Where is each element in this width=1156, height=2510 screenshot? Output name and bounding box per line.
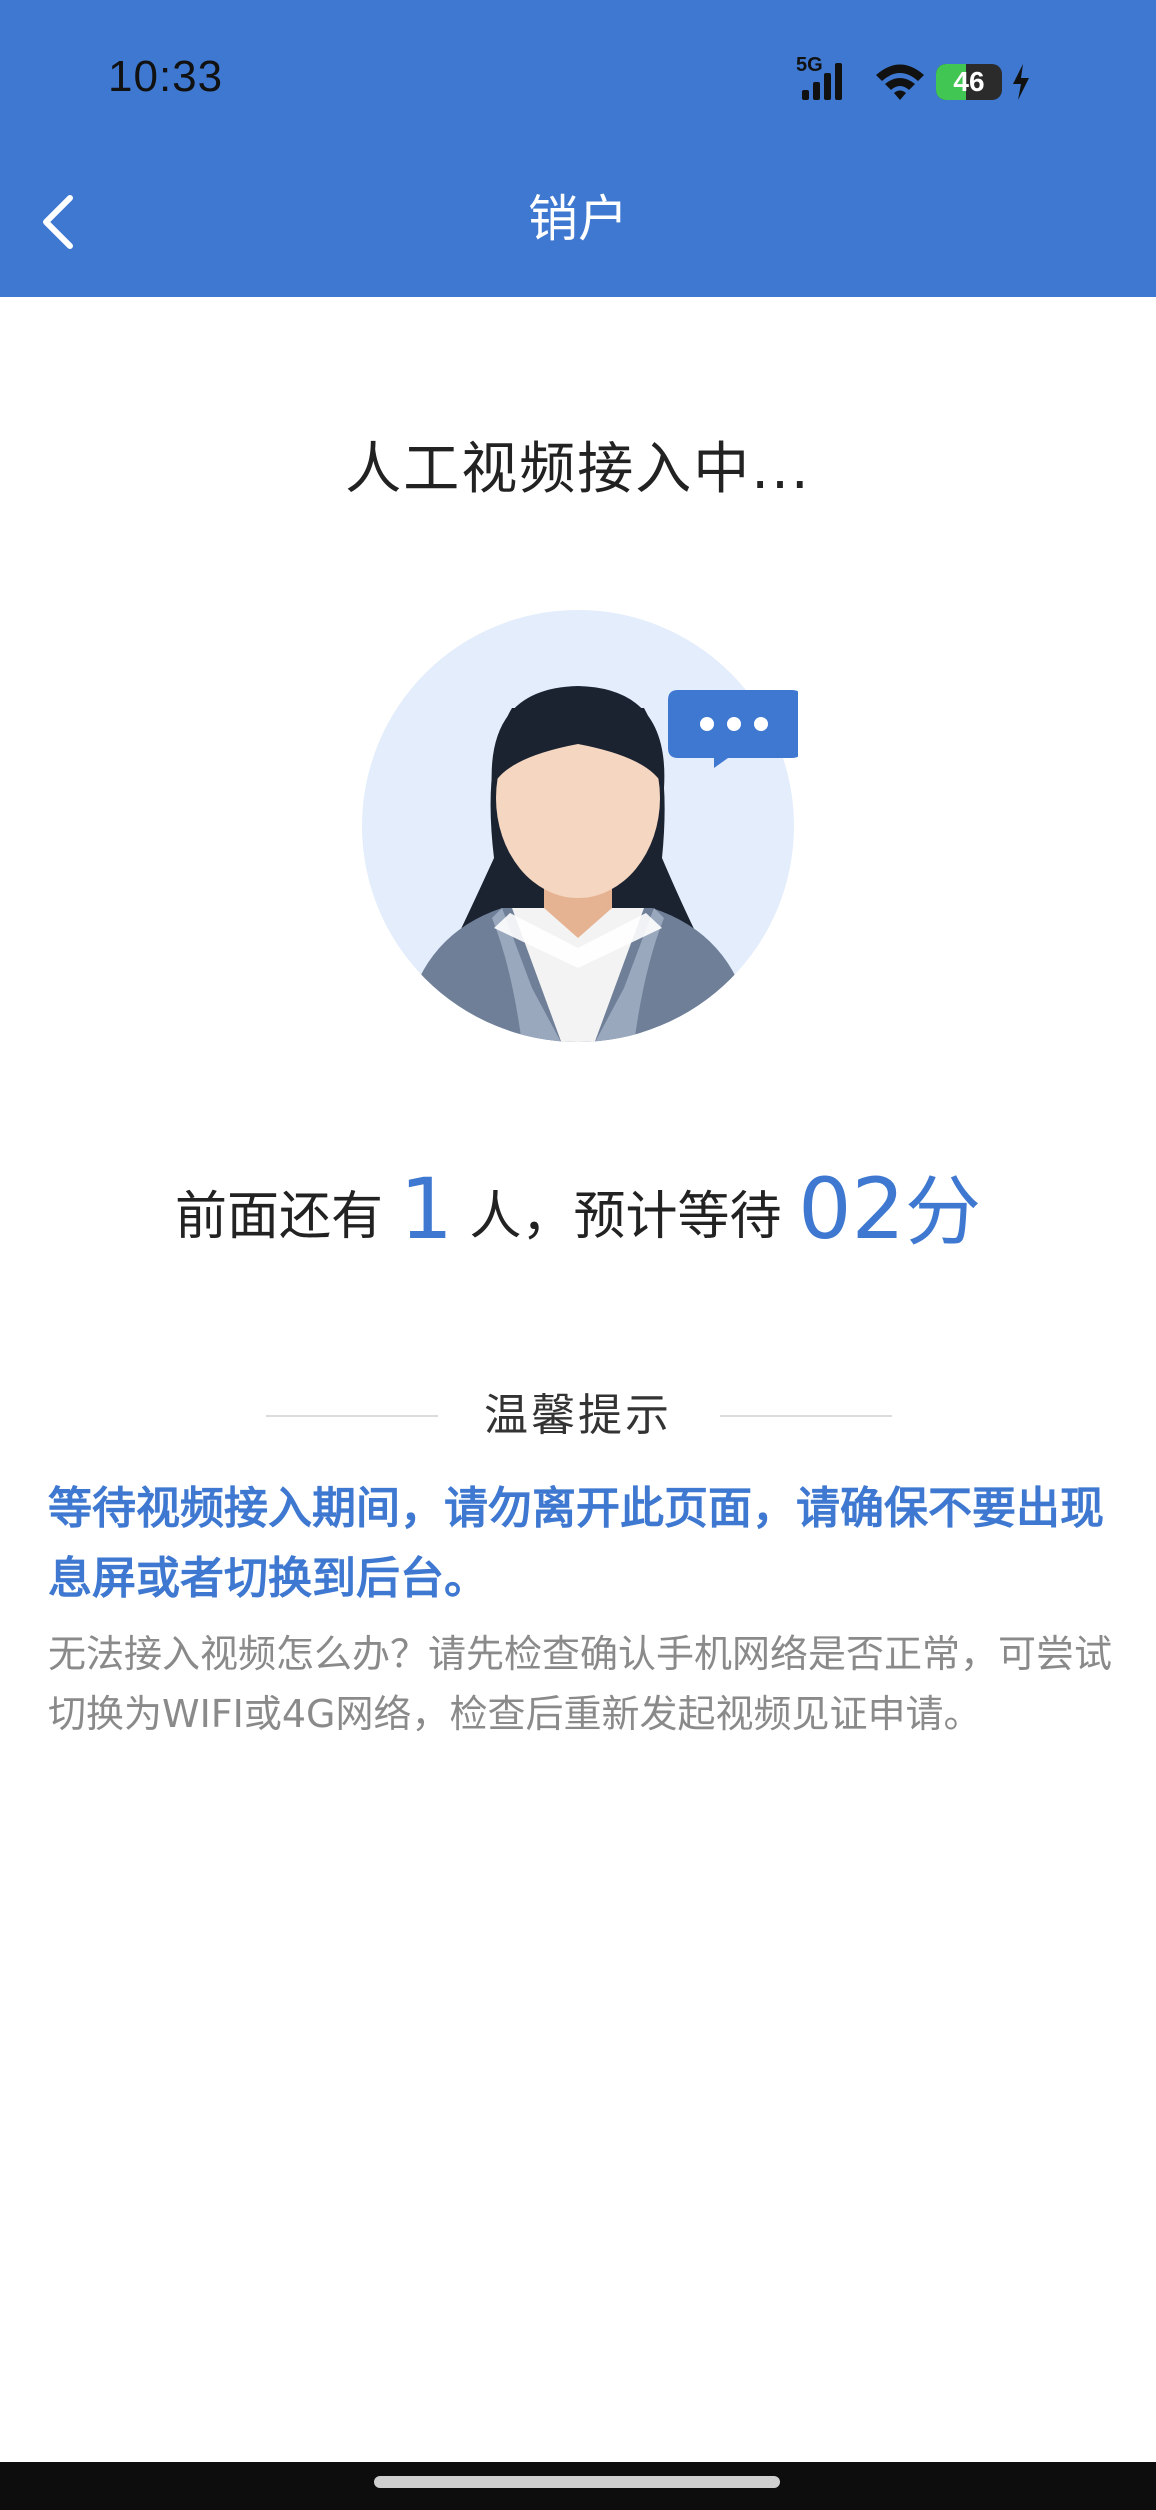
- speech-bubble-icon: [668, 690, 798, 768]
- status-icons: 5G 46: [796, 54, 1056, 104]
- top-bar: 10:33 5G 46 销户: [0, 0, 1156, 297]
- queue-status: 前面还有 1 人，预计等待 02分: [0, 1150, 1156, 1260]
- customer-service-avatar-illustration: [362, 610, 798, 1042]
- cellular-signal-icon: [802, 63, 842, 100]
- battery-level-text: 46: [953, 66, 985, 97]
- status-time: 10:33: [108, 52, 224, 101]
- tip-main-text: 等待视频接入期间，请勿离开此页面，请确保不要出现息屏或者切换到后台。: [48, 1483, 1104, 1604]
- tips-header: 温馨提示: [0, 1384, 1156, 1448]
- tips-title: 温馨提示: [484, 1390, 672, 1441]
- queue-middle-text: 人，预计等待: [469, 1187, 782, 1247]
- waiting-status-title: 人工视频接入中...: [345, 437, 811, 502]
- home-indicator[interactable]: [374, 2476, 780, 2488]
- wait-minutes: 02: [798, 1160, 905, 1258]
- queue-count: 1: [399, 1160, 454, 1258]
- tip-sub-text: 无法接入视频怎么办？请先检查确认手机网络是否正常，可尝试切换为WIFI或4G网络…: [48, 1632, 1113, 1736]
- page-title: 销户: [528, 190, 628, 248]
- wait-unit: 分: [904, 1167, 981, 1256]
- gesture-bar: [0, 2462, 1156, 2510]
- queue-prefix: 前面还有: [175, 1187, 384, 1247]
- wifi-icon: [876, 64, 924, 100]
- battery-icon: 46: [936, 64, 1002, 100]
- tips-divider-right: [720, 1415, 892, 1417]
- charging-bolt-icon: [1013, 64, 1029, 100]
